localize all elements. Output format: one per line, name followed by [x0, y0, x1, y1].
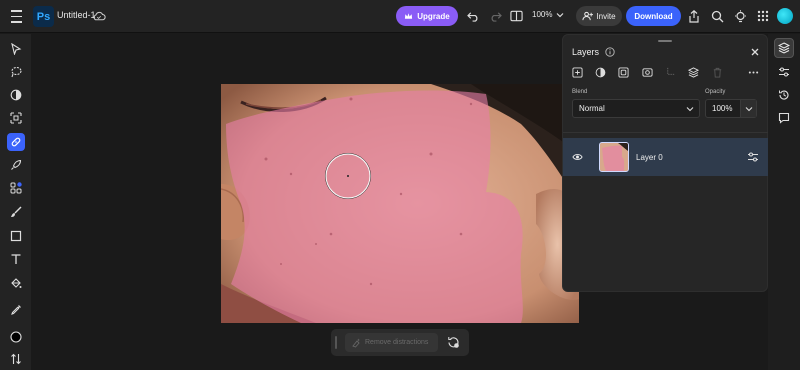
delete-icon[interactable] [711, 66, 723, 78]
crown-icon [404, 12, 413, 20]
image-mask-icon[interactable] [641, 66, 653, 78]
app-logo: Ps [33, 6, 54, 27]
divider [563, 132, 769, 133]
upgrade-button[interactable]: Upgrade [396, 6, 458, 26]
left-toolbar [0, 34, 31, 370]
clip-layer-icon[interactable] [664, 66, 676, 78]
add-user-icon [582, 11, 594, 21]
shapes-tool-icon[interactable] [7, 179, 25, 197]
invite-button[interactable]: Invite [576, 6, 622, 26]
avatar[interactable] [777, 8, 793, 24]
upgrade-label: Upgrade [417, 11, 450, 21]
remove-distractions-label: Remove distractions [365, 339, 429, 346]
blend-mode-dropdown[interactable]: Normal [572, 99, 700, 118]
chevron-down-icon[interactable] [740, 100, 756, 117]
color-swatch-icon[interactable] [7, 328, 25, 346]
blend-label: Blend [572, 89, 588, 95]
adjustment-layer-icon[interactable] [594, 66, 606, 78]
reset-settings-icon[interactable] [447, 336, 460, 349]
layers-panel-icon[interactable] [774, 38, 794, 58]
zoom-label: 100% [532, 10, 553, 19]
select-tool-icon[interactable] [7, 40, 25, 58]
panel-drag-handle[interactable] [658, 40, 672, 42]
crop-tool-icon[interactable] [7, 109, 25, 127]
share-icon[interactable] [687, 9, 701, 23]
redo-icon[interactable] [488, 9, 502, 23]
rocket-tool-icon[interactable] [7, 156, 25, 174]
top-bar: Ps Untitled-1 Upgrade 100% Invite Downlo… [0, 0, 800, 33]
opacity-field[interactable]: 100% [705, 99, 757, 118]
download-button[interactable]: Download [626, 6, 681, 26]
layer-thumbnail[interactable] [599, 142, 629, 172]
adjustment-tool-icon[interactable] [7, 86, 25, 104]
chevron-down-icon [686, 105, 694, 113]
zoom-dropdown[interactable]: 100% [532, 10, 564, 19]
blend-value: Normal [579, 104, 605, 113]
cloud-sync-icon[interactable] [92, 10, 106, 22]
properties-icon[interactable] [774, 62, 794, 82]
close-icon[interactable] [750, 47, 760, 57]
history-icon[interactable] [774, 85, 794, 105]
remove-distractions-button[interactable]: Remove distractions [345, 333, 438, 352]
search-icon[interactable] [710, 9, 724, 23]
lasso-tool-icon[interactable] [7, 63, 25, 81]
text-tool-icon[interactable] [7, 250, 25, 268]
brush-tool-icon[interactable] [7, 203, 25, 221]
opacity-label: Opacity [705, 89, 726, 95]
photo-face-closeup [221, 84, 579, 323]
apps-grid-icon[interactable] [756, 9, 770, 23]
opacity-value: 100% [712, 104, 733, 113]
taskbar-drag-handle[interactable] [335, 336, 337, 349]
document-title[interactable]: Untitled-1 [57, 10, 96, 20]
panel-title: Layers [572, 47, 600, 57]
fit-screen-icon[interactable] [509, 9, 523, 23]
swap-icon[interactable] [7, 350, 25, 368]
layers-panel: Layers Blend Opacity Normal 100% Layer 0 [562, 34, 769, 292]
context-taskbar: Remove distractions [331, 329, 469, 356]
heal-tool-icon[interactable] [7, 133, 25, 151]
layer-row[interactable]: Layer 0 [563, 138, 769, 176]
eraser-sparkle-icon [351, 338, 361, 348]
undo-icon[interactable] [466, 9, 480, 23]
add-layer-icon[interactable] [571, 66, 583, 78]
chevron-down-icon [556, 12, 564, 18]
right-panel-strip [768, 34, 800, 370]
more-options-icon[interactable] [747, 66, 759, 78]
invite-label: Invite [596, 11, 616, 21]
eye-icon[interactable] [572, 152, 583, 162]
fill-tool-icon[interactable] [7, 274, 25, 292]
layer-name[interactable]: Layer 0 [636, 153, 663, 162]
eyedropper-tool-icon[interactable] [7, 301, 25, 319]
canvas-image[interactable] [221, 84, 579, 323]
rectangle-tool-icon[interactable] [7, 227, 25, 245]
discover-icon[interactable] [733, 9, 747, 23]
sliders-icon[interactable] [747, 151, 759, 163]
comments-icon[interactable] [774, 108, 794, 128]
menu-icon[interactable] [7, 8, 25, 25]
stack-layers-icon[interactable] [687, 66, 699, 78]
info-icon[interactable] [605, 47, 615, 57]
mask-icon[interactable] [617, 66, 629, 78]
